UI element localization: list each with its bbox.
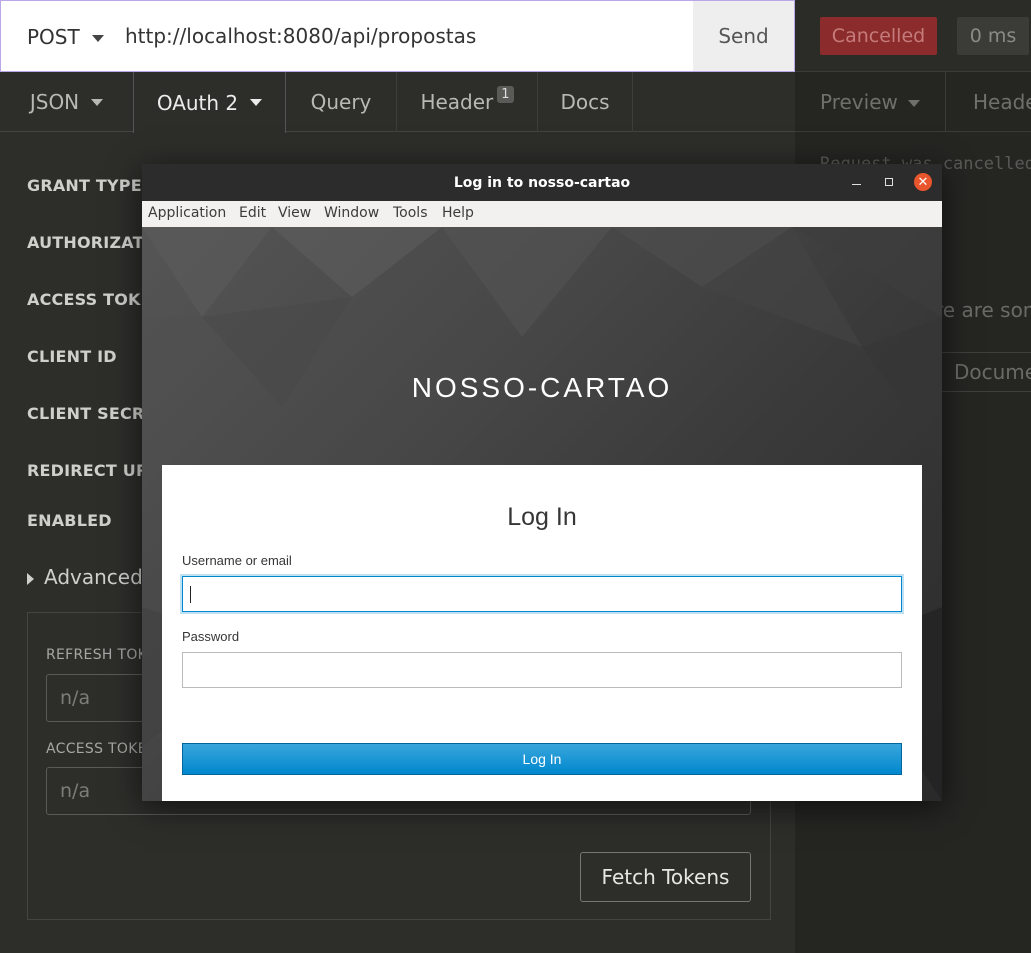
menu-bar: Application Edit View Window Tools Help: [142, 201, 942, 227]
response-status-bar: Cancelled 0 ms: [795, 0, 1031, 72]
text-cursor: [190, 586, 191, 603]
header-count-badge: 1: [497, 85, 514, 103]
tab-preview[interactable]: Preview: [820, 90, 920, 114]
time-badge: 0 ms: [957, 17, 1029, 55]
login-card: Log In Username or email Password Log In: [162, 465, 922, 801]
tab-docs[interactable]: Docs: [538, 72, 632, 132]
password-input[interactable]: [182, 652, 902, 688]
send-button[interactable]: Send: [693, 1, 794, 71]
response-tabs: Preview Heade: [795, 72, 1031, 132]
maximize-icon[interactable]: [879, 172, 899, 192]
method-dropdown[interactable]: POST: [27, 25, 104, 49]
url-input[interactable]: http://localhost:8080/api/propostas: [125, 24, 476, 48]
chevron-down-icon: [907, 100, 920, 107]
advanced-toggle[interactable]: Advanced (: [27, 565, 157, 589]
login-button[interactable]: Log In: [182, 743, 902, 775]
tab-header[interactable]: Header 1: [397, 72, 537, 132]
minimize-icon[interactable]: [846, 172, 866, 192]
chevron-down-icon: [91, 35, 104, 42]
tab-divider: [945, 72, 946, 132]
menu-tools[interactable]: Tools: [393, 205, 428, 221]
menu-help[interactable]: Help: [442, 205, 474, 221]
tab-oauth2[interactable]: OAuth 2: [133, 72, 286, 133]
realm-title: NOSSO-CARTAO: [411, 372, 673, 403]
field-label-grant-type: GRANT TYPE: [27, 176, 142, 195]
tab-label: Query: [310, 90, 372, 114]
menu-edit[interactable]: Edit: [239, 205, 266, 221]
advanced-label: Advanced (: [44, 565, 157, 589]
chevron-down-icon: [91, 98, 104, 106]
window-title: Log in to nosso-cartao: [453, 174, 631, 191]
tab-json[interactable]: JSON: [0, 72, 133, 132]
field-label-client-id: CLIENT ID: [27, 347, 117, 366]
username-label: Username or email: [182, 553, 292, 568]
method-label: POST: [27, 25, 80, 49]
documentation-button[interactable]: Docume: [935, 352, 1031, 392]
password-label: Password: [182, 629, 240, 644]
close-icon[interactable]: ✕: [914, 173, 932, 191]
tab-label: OAuth 2: [156, 90, 239, 115]
url-bar: POST http://localhost:8080/api/propostas…: [0, 0, 795, 72]
tab-label: Docs: [560, 90, 610, 114]
field-label-enabled: ENABLED: [27, 511, 112, 530]
login-background: NOSSO-CARTAO Log In Username or email Pa…: [142, 227, 942, 801]
username-input[interactable]: [182, 576, 902, 612]
status-badge: Cancelled: [820, 17, 937, 55]
login-window: Log in to nosso-cartao ✕ Application Edi…: [142, 164, 942, 801]
response-info-text: re are som: [935, 298, 1031, 322]
tab-label: Header: [420, 90, 494, 114]
menu-application[interactable]: Application: [148, 205, 226, 221]
menu-view[interactable]: View: [278, 205, 311, 221]
chevron-down-icon: [250, 99, 263, 106]
request-tabs: JSON OAuth 2 Query Header 1 Docs: [0, 72, 795, 133]
caret-right-icon: [27, 572, 34, 585]
window-titlebar: Log in to nosso-cartao ✕: [142, 164, 942, 201]
access-token-label: ACCESS TOKE: [46, 741, 147, 757]
menu-window[interactable]: Window: [324, 205, 379, 221]
tab-label: Preview: [820, 90, 898, 114]
refresh-token-label: REFRESH TOK: [46, 647, 148, 663]
tab-response-headers[interactable]: Heade: [973, 90, 1031, 114]
login-heading: Log In: [507, 503, 577, 531]
tab-label: JSON: [29, 90, 80, 114]
fetch-tokens-button[interactable]: Fetch Tokens: [580, 852, 751, 902]
tab-divider: [632, 72, 633, 132]
tab-query[interactable]: Query: [286, 72, 396, 132]
